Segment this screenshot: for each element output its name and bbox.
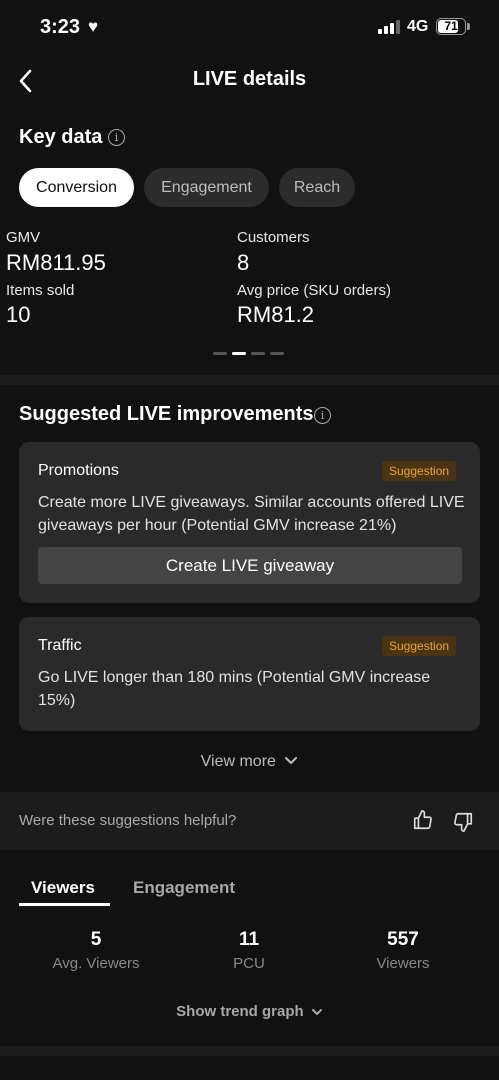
stat-value: 11 [238, 929, 260, 950]
tab-engagement-viewers[interactable]: Engagement [133, 878, 235, 898]
metric-label-gmv: GMV [6, 229, 41, 246]
signal-icon [378, 20, 402, 34]
page-title: LIVE details [192, 68, 307, 90]
section-divider [0, 1046, 499, 1056]
tab-conversion[interactable]: Conversion [19, 168, 134, 207]
metric-value-avg-price: RM81.2 [237, 302, 315, 327]
info-icon[interactable]: i [314, 407, 331, 424]
tab-engagement[interactable]: Engagement [144, 168, 269, 207]
page-dot [270, 352, 284, 355]
stat-avg-viewers: 5 Avg. Viewers [16, 929, 176, 972]
suggestion-badge: Suggestion [382, 636, 457, 656]
status-time: 3:23 [40, 16, 81, 38]
stat-value: 557 [387, 929, 419, 950]
thumbs-down-icon [454, 812, 473, 832]
metric-value-customers: 8 [237, 250, 250, 275]
chevron-down-icon [285, 757, 298, 764]
chevron-down-icon [311, 1009, 322, 1015]
card-title: Traffic [38, 637, 82, 654]
card-text: Create more LIVE giveaways. Similar acco… [38, 494, 465, 534]
heart-icon: ♥ [88, 17, 99, 36]
metric-value-gmv: RM811.95 [6, 250, 106, 275]
network-type: 4G [407, 18, 429, 35]
battery-icon: 71 [436, 18, 466, 35]
tab-reach[interactable]: Reach [279, 168, 355, 207]
card-text: Go LIVE longer than 180 mins (Potential … [38, 669, 431, 709]
page-dot [251, 352, 265, 355]
battery-level: 71 [444, 19, 458, 33]
page-dot [213, 352, 227, 355]
metric-label-items-sold: Items sold [6, 282, 75, 299]
info-icon[interactable]: i [108, 129, 125, 146]
view-more-button[interactable]: View more [0, 753, 499, 771]
show-trend-graph-button[interactable]: Show trend graph [0, 1003, 499, 1020]
metric-value-items-sold: 10 [6, 302, 31, 327]
page-dot-active [232, 352, 246, 355]
suggestions-title: Suggested LIVE improvements [19, 403, 314, 425]
thumbs-up-button[interactable] [412, 809, 434, 836]
thumbs-up-icon [413, 810, 432, 830]
stat-viewers: 557 Viewers [323, 929, 483, 972]
metric-label-customers: Customers [237, 229, 310, 246]
view-more-label: View more [200, 753, 276, 770]
stat-label: PCU [233, 955, 265, 972]
thumbs-down-button[interactable] [452, 811, 474, 838]
key-data-title: Key data [19, 126, 103, 148]
stat-label: Viewers [376, 955, 430, 972]
stat-label: Avg. Viewers [52, 955, 140, 972]
card-title: Promotions [38, 462, 119, 479]
feedback-question: Were these suggestions helpful? [19, 812, 237, 829]
suggestion-badge: Suggestion [382, 461, 457, 481]
stat-value: 5 [90, 929, 102, 950]
trend-label: Show trend graph [176, 1003, 304, 1020]
page-indicator [213, 352, 284, 355]
stat-pcu: 11 PCU [169, 929, 329, 972]
tab-viewers[interactable]: Viewers [31, 878, 95, 898]
active-tab-underline [19, 903, 110, 906]
battery-tip [467, 23, 470, 30]
section-divider [0, 375, 499, 385]
create-giveaway-button[interactable]: Create LIVE giveaway [38, 547, 462, 584]
metric-label-avg-price: Avg price (SKU orders) [237, 282, 391, 299]
